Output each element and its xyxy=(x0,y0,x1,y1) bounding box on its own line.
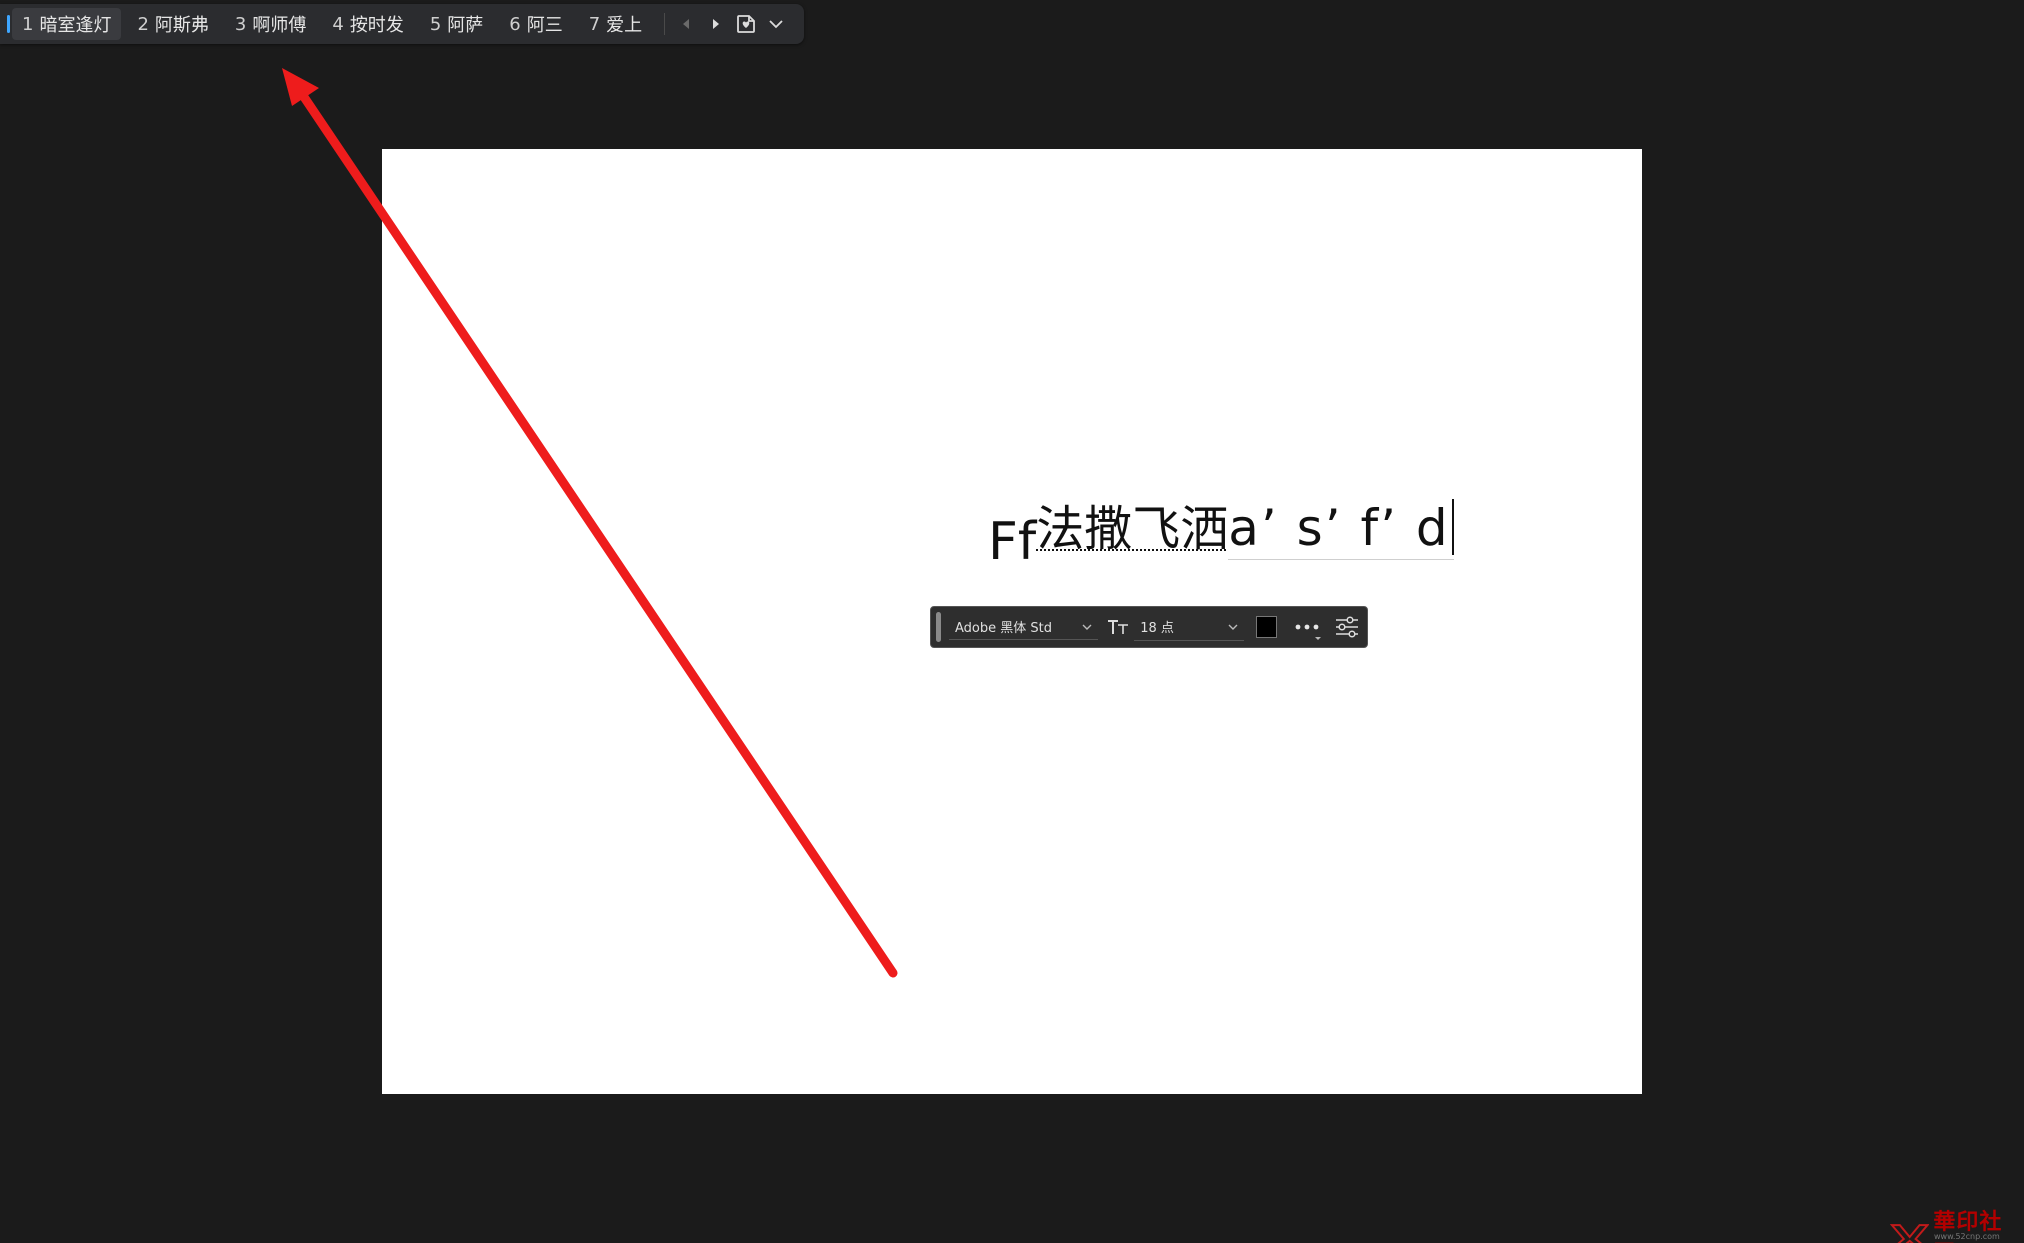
ime-next-page-button[interactable] xyxy=(701,9,731,39)
ime-candidate-text: 按时发 xyxy=(349,15,404,36)
ime-candidate-1[interactable]: 1 暗室逢灯 xyxy=(12,8,122,40)
ime-candidate-bar: 1 暗室逢灯 2 阿斯弗 3 啊师傅 4 按时发 5 阿萨 6 阿三 7 爱上 xyxy=(0,4,804,44)
text-caret xyxy=(1451,499,1454,555)
ime-sticker-button[interactable] xyxy=(731,9,761,39)
watermark: 華印社區 www.52cnp.com xyxy=(1890,1204,2024,1243)
text-layer[interactable]: Ff法撒飞洒a’ s’ f’ d xyxy=(988,499,1454,568)
font-family-value: Adobe 黑体 Std xyxy=(954,621,1052,636)
chevron-down-icon xyxy=(1082,624,1092,630)
ime-candidate-number: 6 xyxy=(509,13,521,35)
ime-candidate-number: 1 xyxy=(22,13,34,35)
ime-candidate-text: 爱上 xyxy=(606,15,643,36)
drag-handle[interactable] xyxy=(936,612,941,642)
ime-candidate-3[interactable]: 3 啊师傅 xyxy=(225,8,316,40)
font-size-control[interactable]: 18 点 xyxy=(1106,614,1244,641)
chevron-down-icon xyxy=(769,20,783,29)
ime-candidate-number: 2 xyxy=(137,13,149,35)
font-family-dropdown[interactable]: Adobe 黑体 Std xyxy=(948,614,1099,640)
ime-candidate-text: 啊师傅 xyxy=(252,15,307,36)
ime-candidate-2[interactable]: 2 阿斯弗 xyxy=(127,8,218,40)
ime-expand-button[interactable] xyxy=(761,9,791,39)
properties-button[interactable] xyxy=(1327,612,1367,642)
committed-text: Ff xyxy=(988,512,1037,572)
triangle-right-icon xyxy=(713,19,720,29)
ime-candidate-6[interactable]: 6 阿三 xyxy=(499,8,572,40)
ellipsis-icon xyxy=(1295,624,1319,630)
ime-candidate-text: 暗室逢灯 xyxy=(39,15,112,36)
ime-candidate-5[interactable]: 5 阿萨 xyxy=(420,8,493,40)
font-size-icon xyxy=(1108,620,1129,634)
more-options-button[interactable] xyxy=(1287,612,1327,642)
ime-candidate-number: 7 xyxy=(588,13,601,35)
watermark-logo-icon xyxy=(1890,1224,1930,1243)
watermark-url: www.52cnp.com xyxy=(1934,1232,2000,1241)
ime-candidate-4[interactable]: 4 按时发 xyxy=(322,8,413,40)
pinyin-input-wrap: a’ s’ f’ d xyxy=(1228,499,1454,560)
ime-candidate-text: 阿萨 xyxy=(447,15,484,36)
arrow-head-icon xyxy=(282,68,319,106)
contextual-task-bar: Adobe 黑体 Std 18 点 xyxy=(930,606,1368,648)
sliders-icon xyxy=(1336,616,1359,638)
text-color-swatch[interactable] xyxy=(1255,616,1278,638)
pinyin-input-text: a’ s’ f’ d xyxy=(1228,499,1450,557)
ime-candidate-list: 1 暗室逢灯 2 阿斯弗 3 啊师傅 4 按时发 5 阿萨 6 阿三 7 爱上 xyxy=(12,4,658,44)
ime-candidate-text: 阿斯弗 xyxy=(154,15,209,36)
screen: 1 暗室逢灯 2 阿斯弗 3 啊师傅 4 按时发 5 阿萨 6 阿三 7 爱上 … xyxy=(0,0,2024,1243)
ime-divider xyxy=(664,13,666,35)
heart-sticker-icon xyxy=(737,15,756,33)
chevron-down-icon xyxy=(1228,624,1238,630)
ime-candidate-text: 阿三 xyxy=(526,15,563,36)
font-size-value: 18 点 xyxy=(1140,621,1174,636)
font-size-dropdown[interactable]: 18 点 xyxy=(1134,614,1244,641)
ime-candidate-number: 5 xyxy=(429,13,442,35)
ime-candidate-number: 4 xyxy=(332,13,344,35)
ime-selection-indicator xyxy=(7,15,10,33)
submenu-indicator-icon xyxy=(1315,637,1322,640)
ime-candidate-number: 3 xyxy=(234,13,247,35)
ime-prev-page-button[interactable] xyxy=(671,9,701,39)
ime-composition-text: 法撒飞洒 xyxy=(1036,501,1229,557)
triangle-left-icon xyxy=(683,19,690,29)
ime-candidate-7[interactable]: 7 爱上 xyxy=(579,8,652,40)
